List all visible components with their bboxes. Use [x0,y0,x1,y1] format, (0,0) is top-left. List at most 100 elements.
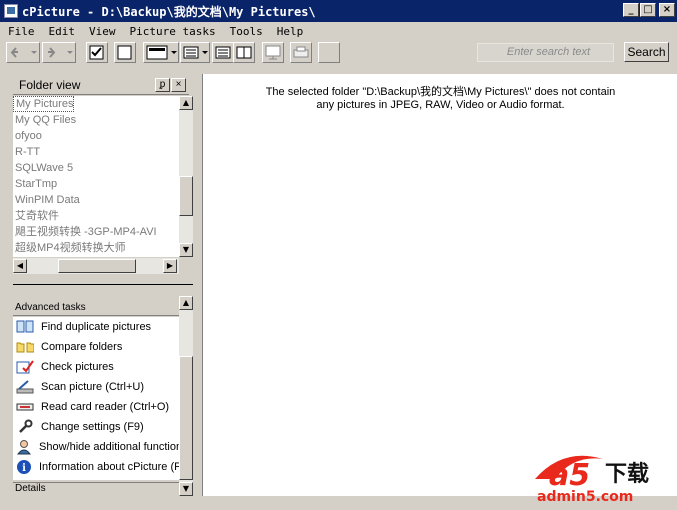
task-label: Show/hide additional functions [39,441,179,453]
info-icon: i [16,459,32,475]
scroll-thumb[interactable] [179,176,193,216]
scanner-icon [16,379,34,395]
title-bar: cPicture - D:\Backup\我的文档\My Pictures\ _… [0,0,677,22]
task-find-duplicates[interactable]: Find duplicate pictures [13,317,179,337]
folder-item[interactable]: ofyoo [13,128,179,144]
scroll-thumb-horizontal[interactable] [58,259,136,273]
advanced-tasks-header[interactable]: Advanced tasks [13,302,179,316]
folder-item[interactable]: My Pictures [13,96,74,112]
wrench-icon [16,419,34,435]
window-title: cPicture - D:\Backup\我的文档\My Pictures\ [22,4,316,19]
message-line: The selected folder "D:\Backup\我的文档\My P… [265,86,616,98]
scroll-up-arrow-icon[interactable]: ▲ [179,296,193,310]
advanced-tasks-list: Find duplicate pictures Compare folders … [13,317,179,480]
compare-folders-icon [16,339,34,355]
folder-item[interactable]: StarTmp [13,176,179,192]
task-show-hide-functions[interactable]: Show/hide additional functions [13,437,179,457]
forward-button[interactable] [42,42,76,63]
select-button[interactable] [86,42,108,63]
dual-pane-button[interactable] [233,42,255,63]
task-label: Find duplicate pictures [41,321,152,333]
folder-item[interactable]: WinPIM Data [13,192,179,208]
pane-splitter[interactable] [13,284,193,286]
main-content-pane: The selected folder "D:\Backup\我的文档\My P… [202,74,677,496]
folder-item[interactable]: 超级MP4视频转换大师 [13,240,179,256]
folder-view-header: Folder view ᵱ × [13,76,189,95]
task-information[interactable]: i Information about cPicture (F1) [13,457,179,477]
message-line: any pictures in JPEG, RAW, Video or Audi… [316,99,565,111]
details-view-button[interactable] [180,42,210,63]
scroll-right-arrow-icon[interactable]: ▶ [163,259,177,273]
task-label: Check pictures [41,361,114,373]
details-header[interactable]: Details [13,482,179,496]
empty-folder-message: The selected folder "D:\Backup\我的文档\My P… [203,86,677,112]
task-change-settings[interactable]: Change settings (F9) [13,417,179,437]
minimize-button[interactable]: _ [623,3,639,17]
scroll-left-arrow-icon[interactable]: ◀ [13,259,27,273]
back-arrow-icon [10,47,37,58]
empty-toolbar-button[interactable] [318,42,340,63]
folder-item[interactable]: SQLWave 5 [13,160,179,176]
check-pictures-icon [16,359,34,375]
menu-tools[interactable]: Tools [222,25,269,38]
folder-item[interactable]: R-TT [13,144,179,160]
card-reader-icon [16,399,34,415]
a5-logo-icon: a5 下载 admin5.com [535,455,649,505]
scroll-down-arrow-icon[interactable]: ▼ [179,243,193,257]
task-label: Read card reader (Ctrl+O) [41,401,170,413]
forward-arrow-icon [48,47,73,58]
tasks-vertical-scrollbar[interactable]: ▲ ▼ [179,296,193,496]
task-read-card-reader[interactable]: Read card reader (Ctrl+O) [13,397,179,417]
scroll-up-arrow-icon[interactable]: ▲ [179,96,193,110]
thumbnail-view-icon [146,45,177,60]
menu-file[interactable]: File [0,25,41,38]
frame-view-button[interactable] [114,42,136,63]
task-scan-picture[interactable]: Scan picture (Ctrl+U) [13,377,179,397]
admin5-watermark-logo: a5 下载 admin5.com [533,449,673,505]
menu-help[interactable]: Help [269,25,310,38]
folder-item[interactable]: 飓王视频转换 -3GP-MP4-AVI [13,224,179,240]
folder-item[interactable]: My QQ Files [13,112,179,128]
task-label: Compare folders [41,341,123,353]
domain-text: admin5.com [537,489,633,505]
folder-tree: My Pictures My QQ Files ofyoo R-TT SQLWa… [13,96,179,257]
task-label: Information about cPicture (F1) [39,461,179,473]
frame-icon [117,45,132,60]
dual-pane-icon [236,46,252,59]
folder-view-close-button[interactable]: × [171,78,186,92]
checkbox-icon [89,45,104,60]
menu-picture-tasks[interactable]: Picture tasks [122,25,222,38]
menu-bar: File Edit View Picture tasks Tools Help [0,22,677,40]
left-pane: Folder view ᵱ × My Pictures My QQ Files … [0,66,200,496]
search-button[interactable]: Search [624,42,669,62]
single-pane-icon [215,46,231,59]
user-icon [16,439,32,455]
print-button[interactable] [290,42,312,63]
app-icon [4,4,18,18]
back-button[interactable] [6,42,40,63]
task-label: Scan picture (Ctrl+U) [41,381,145,393]
scroll-down-arrow-icon[interactable]: ▼ [179,482,193,496]
search-input[interactable]: Enter search text [477,43,614,62]
maximize-button[interactable]: □ [640,3,656,17]
task-compare-folders[interactable]: Compare folders [13,337,179,357]
folder-item[interactable]: 艾奇软件 [13,208,179,224]
close-button[interactable]: × [659,3,675,17]
task-label: Change settings (F9) [41,421,144,433]
list-view-icon [183,46,208,59]
slideshow-button[interactable] [262,42,284,63]
brand-text: 下载 [605,461,649,487]
view-mode-button[interactable] [143,42,179,63]
folder-horizontal-scrollbar[interactable]: ◀ ▶ [13,258,179,274]
folder-vertical-scrollbar[interactable]: ▲ ▼ [179,96,193,257]
svg-text:i: i [22,463,26,474]
scroll-thumb[interactable] [179,356,193,480]
duplicate-pictures-icon [16,319,34,335]
monitor-icon [265,45,281,60]
task-check-pictures[interactable]: Check pictures [13,357,179,377]
pin-icon[interactable]: ᵱ [155,78,170,92]
menu-edit[interactable]: Edit [41,25,82,38]
logo-text: a5 [549,458,590,493]
single-pane-button[interactable] [212,42,234,63]
menu-view[interactable]: View [81,25,122,38]
